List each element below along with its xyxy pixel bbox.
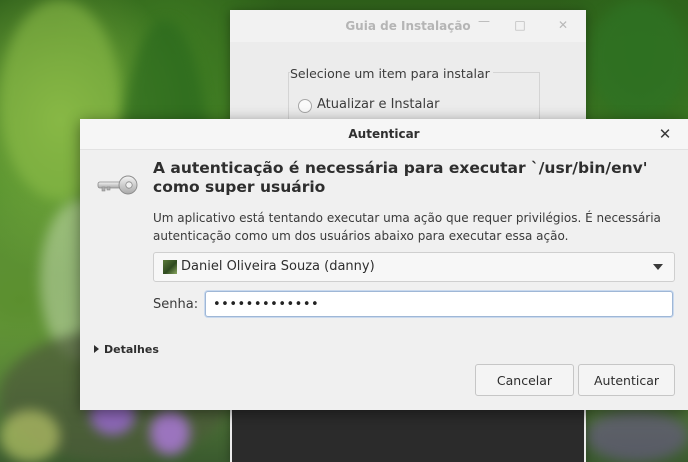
close-icon[interactable]: ✕ (658, 127, 672, 142)
close-icon[interactable]: ✕ (557, 19, 569, 31)
password-field[interactable]: ••••••••••••• (205, 291, 673, 317)
password-label: Senha: (153, 297, 199, 312)
authenticate-dialog: Autenticar ✕ A autenticação é necessária… (80, 119, 688, 410)
install-guide-titlebar: Guia de Instalação — □ ✕ (230, 10, 586, 42)
update-install-label[interactable]: Atualizar e Instalar (317, 97, 439, 112)
details-label: Detalhes (104, 343, 159, 356)
auth-heading: A autenticação é necessária para executa… (153, 159, 648, 196)
install-options-label: Selecione um item para instalar (290, 66, 493, 81)
minimize-icon[interactable]: — (478, 15, 490, 27)
avatar (163, 260, 177, 274)
dialog-titlebar: Autenticar ✕ (80, 119, 688, 150)
update-install-radio[interactable] (298, 99, 312, 113)
chevron-down-icon (653, 264, 663, 270)
dialog-title: Autenticar (348, 127, 420, 141)
install-guide-title: Guia de Instalação (345, 19, 471, 33)
user-select[interactable]: Daniel Oliveira Souza (danny) (153, 252, 675, 282)
details-expander[interactable]: Detalhes (94, 343, 159, 356)
key-icon (97, 175, 138, 195)
maximize-icon[interactable]: □ (514, 19, 526, 31)
user-select-label: Daniel Oliveira Souza (danny) (181, 259, 375, 274)
install-guide-dark-panel (232, 410, 584, 462)
cancel-button[interactable]: Cancelar (475, 364, 574, 396)
authenticate-button[interactable]: Autenticar (578, 364, 675, 396)
triangle-right-icon (94, 345, 99, 353)
auth-description: Um aplicativo está tentando executar uma… (153, 211, 661, 243)
